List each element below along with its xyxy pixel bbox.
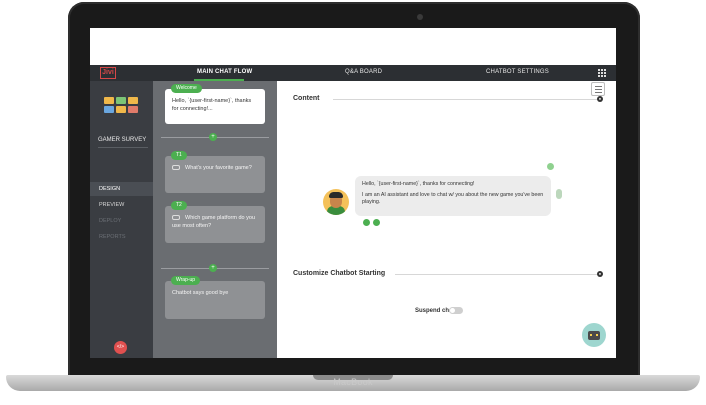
flow-card-welcome[interactable]: Welcome Hello, `{user-first-name}`, than… bbox=[165, 84, 265, 124]
content-section-title: Content bbox=[293, 95, 320, 102]
customize-section-title: Customize Chatbot Starting bbox=[293, 270, 386, 277]
flow-card-text: What's your favorite game? bbox=[185, 165, 252, 171]
flow-card-text: Hello, `{user-first-name}`, thanks for c… bbox=[172, 98, 252, 112]
add-message-icon[interactable] bbox=[547, 163, 554, 170]
app-logo[interactable]: Jivi bbox=[100, 67, 116, 79]
main-content: Content ● Hello, `{user-first-name}`, th… bbox=[277, 81, 616, 358]
flow-card-badge: T2 bbox=[171, 201, 187, 210]
camera bbox=[417, 14, 423, 20]
edit-message-icon[interactable] bbox=[363, 219, 370, 226]
welcome-message-bubble[interactable]: Hello, `{user-first-name}`, thanks for c… bbox=[355, 176, 551, 216]
sidebar-item-deploy: DEPLOY bbox=[99, 218, 122, 224]
chat-bubble-icon bbox=[172, 215, 180, 221]
suspend-chat-toggle[interactable] bbox=[449, 307, 463, 314]
filter-settings-button[interactable] bbox=[591, 82, 605, 96]
flow-card-text: Chatbot says good bye bbox=[172, 290, 229, 296]
chatbot-preview-button[interactable] bbox=[582, 323, 606, 347]
apps-grid-icon[interactable] bbox=[598, 69, 606, 77]
sidebar-item-reports: REPORTS bbox=[99, 234, 126, 240]
tab-chatbot-settings[interactable]: CHATBOT SETTINGS bbox=[486, 69, 549, 75]
add-step-button[interactable]: + bbox=[209, 264, 217, 272]
message-line-2: I am an AI assistant and love to chat w/… bbox=[362, 192, 544, 205]
flow-card-badge: Wrap-up bbox=[171, 276, 201, 285]
survey-title: GAMER SURVEY bbox=[98, 137, 147, 143]
app-screen: Jivi MAIN CHAT FLOW Q&A BOARD CHATBOT SE… bbox=[90, 28, 616, 358]
flow-card-t1[interactable]: T1 What's your favorite game? bbox=[165, 151, 265, 193]
tab-qa-board[interactable]: Q&A BOARD bbox=[345, 69, 382, 75]
flow-card-t2[interactable]: T2 Which game platform do you use most o… bbox=[165, 201, 265, 243]
flow-card-wrap-up[interactable]: Wrap-up Chatbot says good bye bbox=[165, 276, 265, 319]
survey-thumbnail bbox=[104, 97, 138, 113]
chat-bubble-icon bbox=[172, 165, 180, 171]
content-section-line bbox=[333, 99, 598, 100]
code-button[interactable]: </> bbox=[114, 341, 127, 354]
flow-card-badge: T1 bbox=[171, 151, 187, 160]
flow-card-text: Which game platform do you use most ofte… bbox=[172, 215, 256, 229]
message-line-1: Hello, `{user-first-name}`, thanks for c… bbox=[362, 181, 475, 187]
add-step-button[interactable]: + bbox=[209, 133, 217, 141]
customize-section-line bbox=[395, 274, 598, 275]
message-reorder-handle[interactable] bbox=[556, 189, 562, 199]
expand-customize-icon[interactable]: ● bbox=[597, 271, 603, 277]
add-variant-icon[interactable] bbox=[373, 219, 380, 226]
sidebar-item-preview[interactable]: PREVIEW bbox=[90, 198, 153, 212]
top-nav-bar: Jivi MAIN CHAT FLOW Q&A BOARD CHATBOT SE… bbox=[90, 65, 616, 81]
sidebar-item-design[interactable]: DESIGN bbox=[90, 182, 153, 196]
tab-main-chat-flow[interactable]: MAIN CHAT FLOW bbox=[197, 69, 252, 75]
chat-flow-panel: Welcome Hello, `{user-first-name}`, than… bbox=[153, 81, 277, 358]
laptop-brand-label: MacBook bbox=[333, 377, 373, 387]
chatbot-avatar bbox=[323, 189, 349, 215]
survey-title-divider bbox=[98, 147, 148, 148]
left-sidebar: GAMER SURVEY DESIGN PREVIEW DEPLOY REPOR… bbox=[90, 81, 153, 358]
flow-card-badge: Welcome bbox=[171, 84, 202, 93]
collapse-content-icon[interactable]: ● bbox=[597, 96, 603, 102]
